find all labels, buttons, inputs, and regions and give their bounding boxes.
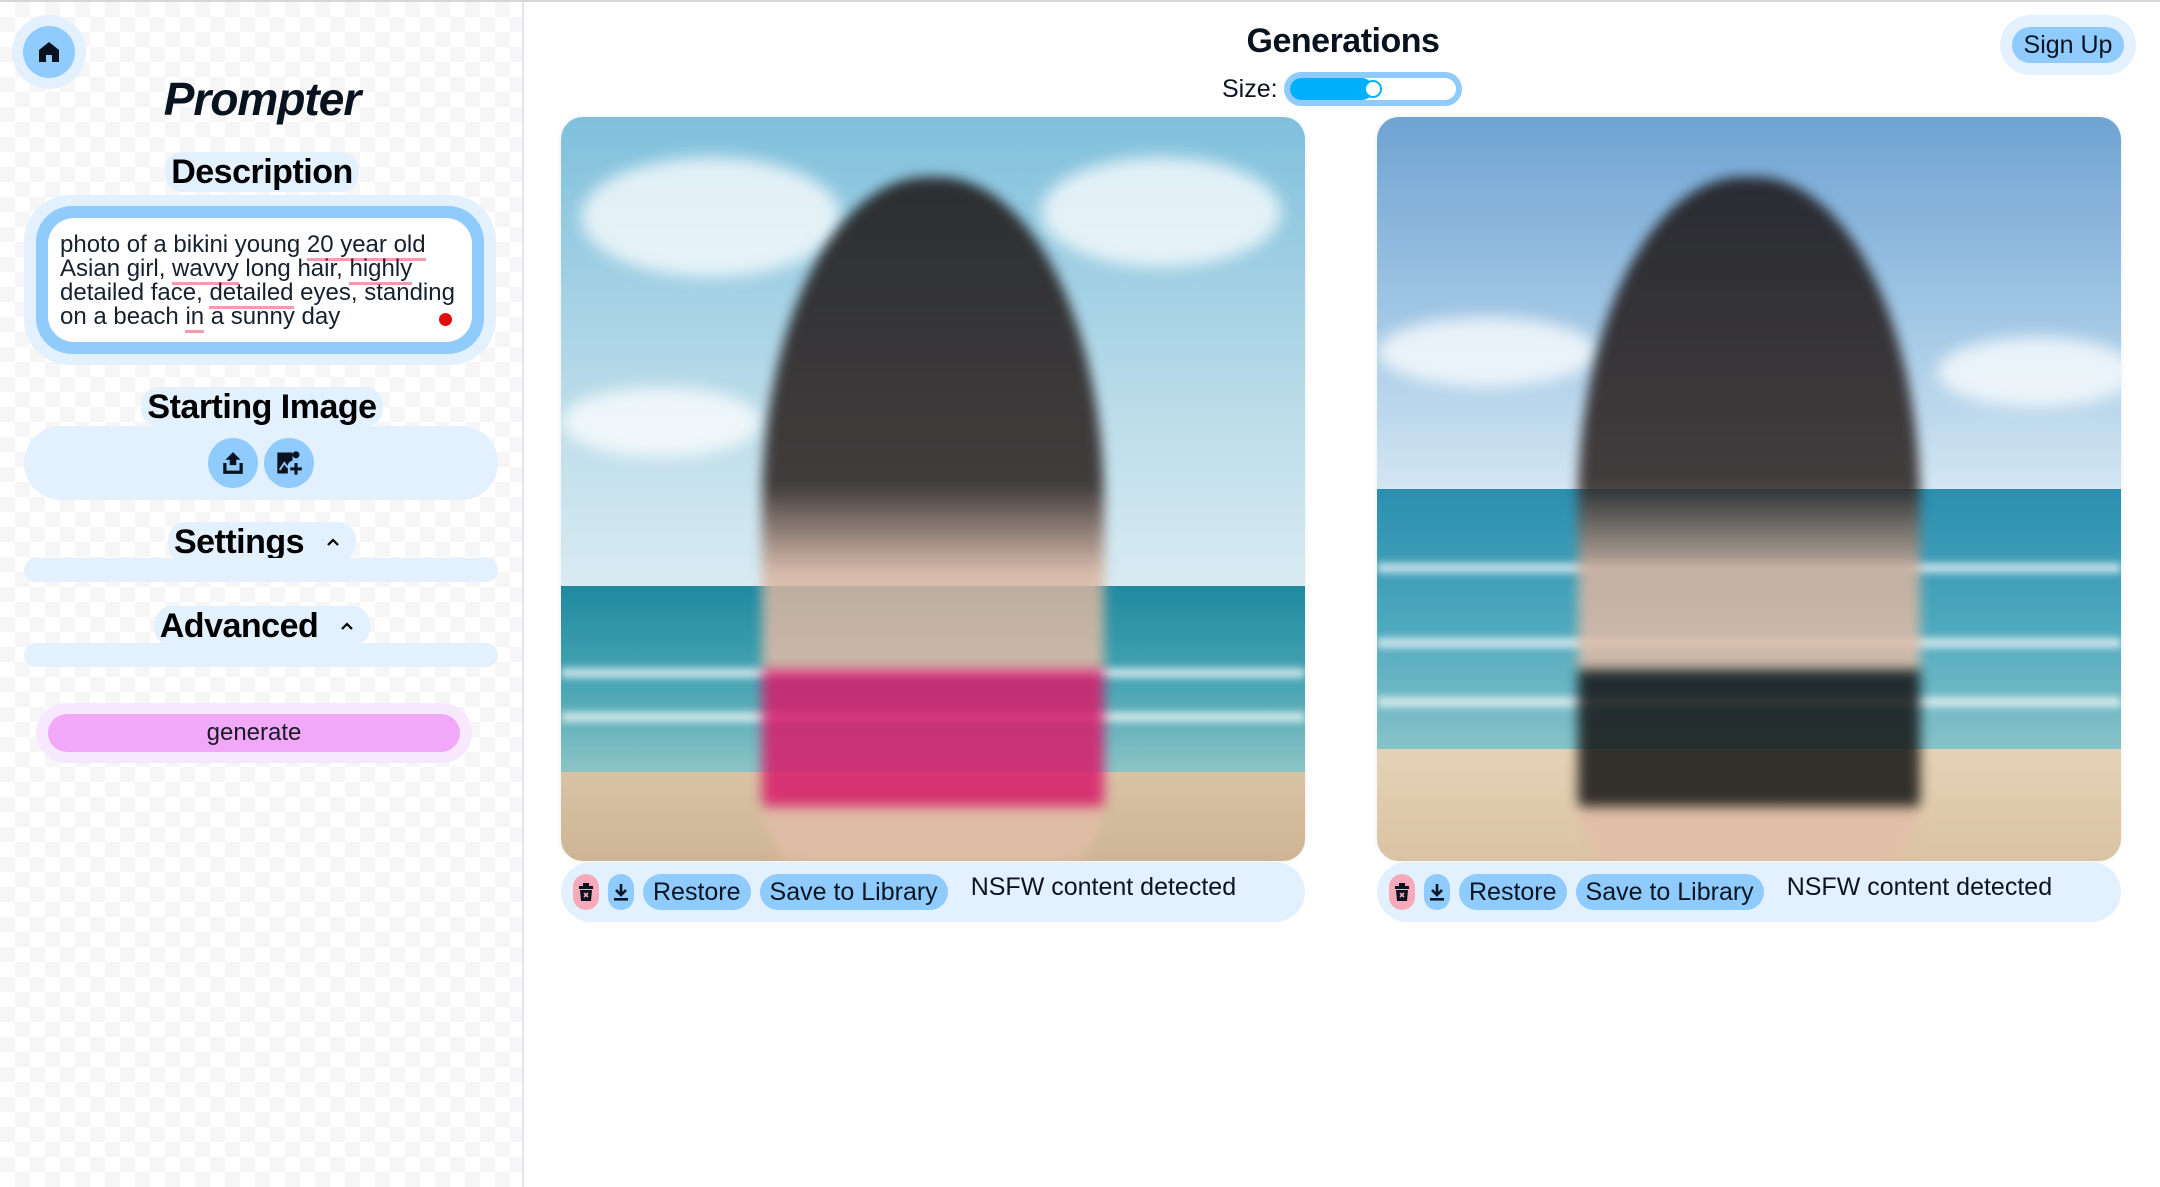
signup-button[interactable]: Sign Up	[2012, 27, 2124, 63]
sidebar: Prompter Description photo of a bikini y…	[0, 2, 524, 1187]
add-image-button[interactable]	[264, 438, 314, 488]
download-button[interactable]	[608, 874, 634, 910]
advanced-label: Advanced	[159, 607, 319, 645]
home-icon	[39, 42, 59, 62]
generated-image[interactable]	[561, 117, 1305, 861]
page-title: Generations	[1246, 22, 1440, 60]
image-cloud	[1041, 157, 1281, 267]
generate-button[interactable]: generate	[48, 714, 460, 752]
app-logo: Prompter	[163, 73, 361, 125]
description-textarea[interactable]: photo of a bikini young 20 year old Asia…	[48, 218, 472, 342]
image-subject-placeholder	[1577, 176, 1921, 861]
trash-icon	[579, 883, 593, 901]
delete-button[interactable]	[573, 874, 599, 910]
starting-image-heading: Starting Image	[0, 387, 524, 427]
size-slider-track	[1289, 78, 1456, 100]
nsfw-status: NSFW content detected	[970, 872, 1237, 901]
size-label: Size:	[1222, 74, 1278, 103]
image-subject-placeholder	[761, 176, 1105, 861]
spellcheck-flagged-text: in	[185, 303, 205, 333]
description-title: Description	[165, 152, 359, 192]
generate-container: generate	[36, 703, 472, 763]
generation-card: Restore Save to Library NSFW content det…	[1377, 117, 2121, 922]
size-slider[interactable]	[1283, 72, 1462, 106]
advanced-panel	[24, 643, 498, 667]
advanced-title: Advanced	[153, 606, 371, 646]
recording-indicator	[439, 313, 452, 326]
add-image-icon	[277, 451, 302, 475]
image-cloud	[1377, 317, 1597, 387]
size-slider-thumb[interactable]	[1363, 80, 1382, 98]
description-container: photo of a bikini young 20 year old Asia…	[24, 195, 496, 365]
size-control: Size:	[1222, 72, 1462, 106]
chevron-up-icon	[327, 538, 339, 546]
settings-toggle-button[interactable]	[316, 525, 351, 559]
advanced-toggle-button[interactable]	[330, 609, 365, 643]
image-cloud	[561, 387, 761, 457]
description-text: detailed face,	[60, 279, 210, 306]
download-button[interactable]	[1424, 874, 1450, 910]
starting-image-panel	[24, 426, 498, 500]
description-text: photo of a bikini young	[60, 231, 307, 258]
generation-actions: Restore Save to Library NSFW content det…	[561, 862, 1305, 922]
description-ring: photo of a bikini young 20 year old Asia…	[36, 206, 484, 354]
home-button-inner	[23, 26, 75, 78]
advanced-heading: Advanced	[0, 606, 524, 646]
restore-button[interactable]: Restore	[1459, 874, 1567, 910]
description-text: Asian girl,	[60, 255, 173, 282]
download-icon	[1430, 884, 1444, 901]
upload-image-button[interactable]	[208, 438, 258, 488]
download-icon	[614, 884, 628, 901]
upload-icon	[223, 452, 243, 474]
settings-heading: Settings	[0, 522, 524, 562]
starting-image-title: Starting Image	[141, 387, 383, 427]
trash-icon	[1395, 883, 1409, 901]
restore-button[interactable]: Restore	[643, 874, 751, 910]
description-text: a sunny day	[204, 303, 341, 330]
description-heading: Description	[0, 152, 524, 192]
generated-image[interactable]	[1377, 117, 2121, 861]
chevron-up-icon	[341, 622, 354, 630]
nsfw-status: NSFW content detected	[1786, 872, 2053, 901]
save-to-library-button[interactable]: Save to Library	[759, 874, 948, 910]
settings-panel	[24, 558, 498, 582]
generation-actions: Restore Save to Library NSFW content det…	[1377, 862, 2121, 922]
image-cloud	[581, 157, 841, 277]
generation-card: Restore Save to Library NSFW content det…	[561, 117, 1305, 922]
image-cloud	[1937, 337, 2121, 407]
settings-label: Settings	[173, 523, 305, 561]
settings-title: Settings	[167, 522, 357, 562]
delete-button[interactable]	[1389, 874, 1415, 910]
signup-container: Sign Up	[2000, 15, 2136, 75]
save-to-library-button[interactable]: Save to Library	[1575, 874, 1764, 910]
description-text: long hair,	[238, 255, 350, 282]
size-slider-fill	[1289, 78, 1373, 100]
